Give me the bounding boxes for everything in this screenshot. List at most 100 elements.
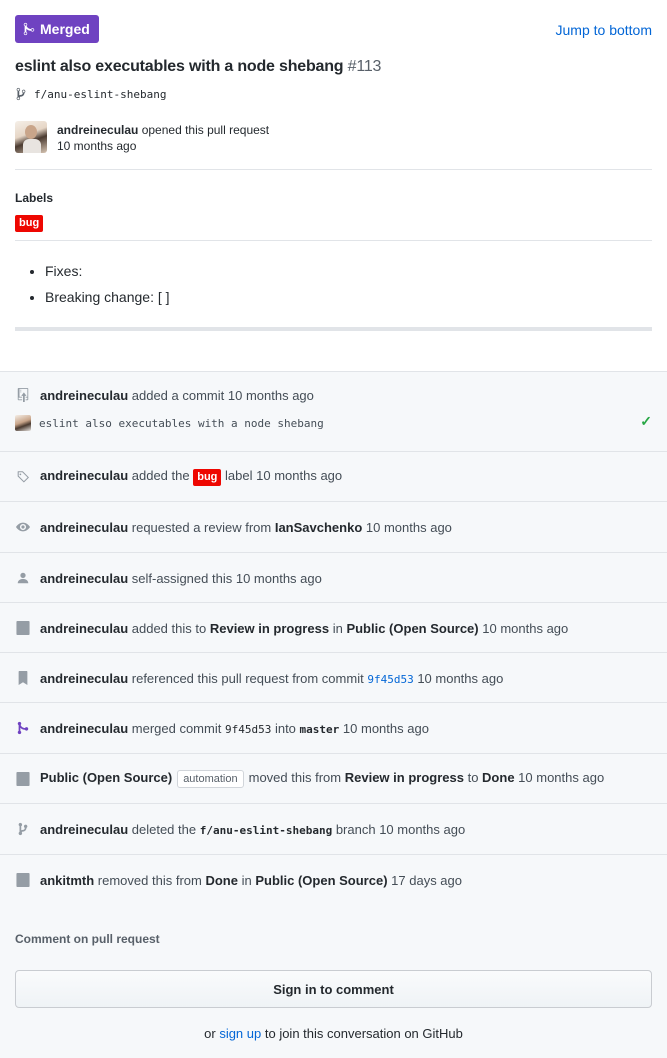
label-bug[interactable]: bug <box>193 469 222 486</box>
timeline-text: self-assigned this <box>131 570 233 586</box>
timeline-time[interactable]: 10 months ago <box>417 671 503 686</box>
timeline-row: Public (Open Source) automation moved this… <box>15 770 604 788</box>
timeline-actor[interactable]: andreineculau <box>40 388 128 403</box>
automation-badge: automation <box>177 770 244 788</box>
commit-message[interactable]: eslint also executables with a node sheb… <box>39 417 324 430</box>
timeline-actor[interactable]: Public (Open Source) <box>40 770 172 785</box>
reviewer-name[interactable]: IanSavchenko <box>275 520 362 535</box>
timeline-text: added the <box>131 468 190 483</box>
timeline-time[interactable]: 10 months ago <box>366 520 452 535</box>
deleted-branch: f/anu-eslint-shebang <box>199 823 333 837</box>
timeline-item-assign: andreineculau self-assigned this 10 mont… <box>0 553 667 603</box>
comment-footer: Comment on pull request Sign in to comme… <box>0 906 667 1058</box>
timeline-text: in <box>332 620 343 636</box>
labels-heading: Labels <box>15 191 54 205</box>
timeline-row: andreineculau requested a review from Ia… <box>15 519 452 535</box>
timeline-text: added a commit <box>131 387 225 403</box>
opened-time: 10 months ago <box>57 139 137 153</box>
timeline-text: to <box>467 770 479 785</box>
eye-icon <box>15 519 31 535</box>
timeline-row: andreineculau merged commit 9f45d53 into… <box>15 720 429 736</box>
timeline-row: andreineculau added this to Review in pr… <box>15 620 568 636</box>
signup-note-post: to join this conversation on GitHub <box>264 1026 463 1041</box>
signup-note: or sign up to join this conversation on … <box>0 1026 667 1041</box>
timeline-time[interactable]: 10 months ago <box>343 721 429 736</box>
timeline-actor[interactable]: andreineculau <box>40 671 128 686</box>
timeline-actor[interactable]: andreineculau <box>40 571 128 586</box>
author-avatar[interactable] <box>15 121 47 153</box>
repo-push-icon <box>15 387 31 403</box>
project-icon <box>15 620 31 636</box>
timeline-row: andreineculau deleted the f/anu-eslint-s… <box>15 821 465 837</box>
sign-up-link[interactable]: sign up <box>219 1026 261 1041</box>
author-text: andreineculau opened this pull request 1… <box>57 121 269 154</box>
check-icon[interactable]: ✓ <box>640 413 652 430</box>
timeline-time[interactable]: 10 months ago <box>482 621 568 636</box>
to-column: Done <box>482 770 515 785</box>
timeline-text: deleted the <box>131 821 197 837</box>
jump-to-bottom-link[interactable]: Jump to bottom <box>556 22 653 38</box>
timeline-text: referenced this pull request from commit <box>131 670 364 686</box>
timeline: andreineculau added a commit 10 months a… <box>0 371 667 907</box>
label-bug[interactable]: bug <box>15 215 44 232</box>
signup-note-pre: or <box>204 1026 216 1041</box>
timeline-actor[interactable]: andreineculau <box>40 621 128 636</box>
timeline-time[interactable]: 10 months ago <box>228 388 314 403</box>
timeline-row: andreineculau self-assigned this 10 mont… <box>15 570 322 586</box>
merged-status-label: Merged <box>40 21 90 37</box>
git-merge-icon <box>23 22 35 36</box>
timeline-item-branch-delete: andreineculau deleted the f/anu-eslint-s… <box>0 804 667 855</box>
pr-title: eslint also executables with a node sheb… <box>15 58 381 76</box>
branch-ref: f/anu-eslint-shebang <box>16 87 166 101</box>
project-icon <box>15 872 31 888</box>
merged-status-badge: Merged <box>15 15 99 43</box>
description-item: Fixes: <box>45 258 170 284</box>
project-column: Review in progress <box>209 620 330 636</box>
timeline-item-project-remove: ankitmth removed this from Done in Publi… <box>0 855 667 907</box>
pr-title-text: eslint also executables with a node sheb… <box>15 58 344 75</box>
timeline-row: ankitmth removed this from Done in Publi… <box>15 872 462 888</box>
timeline-item-project-move: Public (Open Source) automation moved this… <box>0 754 667 804</box>
timeline-actor[interactable]: andreineculau <box>40 468 128 483</box>
author-name[interactable]: andreineculau <box>57 123 138 137</box>
timeline-text: merged commit <box>131 720 222 736</box>
timeline-row: andreineculau added a commit 10 months a… <box>15 387 314 403</box>
pr-number: #113 <box>347 58 382 75</box>
timeline-text: requested a review from <box>131 519 272 535</box>
timeline-item-merged: andreineculau merged commit 9f45d53 into… <box>0 703 667 754</box>
pr-description: Fixes: Breaking change: [ ] <box>45 258 170 310</box>
sign-in-to-comment-button[interactable]: Sign in to comment <box>15 970 652 1008</box>
timeline-time[interactable]: 17 days ago <box>391 873 462 888</box>
commit-row[interactable]: eslint also executables with a node sheb… <box>15 415 324 431</box>
timeline-actor[interactable]: andreineculau <box>40 822 128 837</box>
timeline-row: andreineculau referenced this pull reque… <box>15 670 503 686</box>
description-item: Breaking change: [ ] <box>45 284 170 310</box>
timeline-text: into <box>274 720 296 736</box>
description-divider <box>15 327 652 331</box>
timeline-item-label: andreineculau added the bug label 10 mon… <box>0 452 667 502</box>
commit-sha[interactable]: 9f45d53 <box>225 723 271 736</box>
timeline-time[interactable]: 10 months ago <box>518 770 604 785</box>
timeline-actor[interactable]: ankitmth <box>40 873 94 888</box>
timeline-text: moved this from <box>248 770 342 785</box>
commit-sha-link[interactable]: 9f45d53 <box>367 673 413 686</box>
target-branch: master <box>299 722 340 736</box>
from-column: Review in progress <box>344 770 464 785</box>
bookmark-icon <box>15 670 31 686</box>
timeline-time[interactable]: 10 months ago <box>379 822 465 837</box>
timeline-row: andreineculau added the bug label 10 mon… <box>15 468 342 486</box>
commit-author-avatar[interactable] <box>15 415 31 431</box>
timeline-actor[interactable]: andreineculau <box>40 520 128 535</box>
project-link[interactable]: Public (Open Source) <box>346 621 478 636</box>
timeline-text: removed this from <box>97 872 202 888</box>
timeline-item-reference: andreineculau referenced this pull reque… <box>0 653 667 703</box>
timeline-actor[interactable]: andreineculau <box>40 721 128 736</box>
author-row: andreineculau opened this pull request 1… <box>15 121 269 154</box>
branch-name[interactable]: f/anu-eslint-shebang <box>34 88 166 101</box>
timeline-time[interactable]: 10 months ago <box>256 468 342 483</box>
timeline-time[interactable]: 10 months ago <box>236 571 322 586</box>
timeline-text: in <box>241 872 252 888</box>
project-link[interactable]: Public (Open Source) <box>255 873 387 888</box>
person-icon <box>15 570 31 586</box>
timeline-text: branch <box>335 821 376 837</box>
